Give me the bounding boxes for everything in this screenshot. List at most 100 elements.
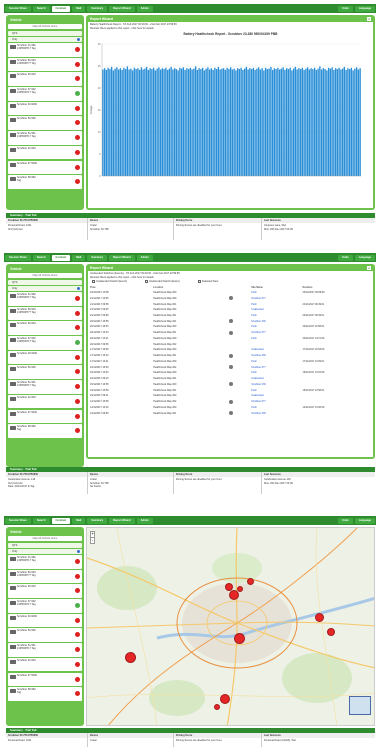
summary-panel: Summary - Trail Tail Scrubber 30-758 975… [6,728,375,747]
vehicle-item[interactable]: Scrubber 68-982 Tag [8,687,82,701]
nav-search[interactable]: Search [32,254,50,261]
nav-search[interactable]: Search [32,517,50,524]
table-row[interactable]: 14/11/2017 09:58 Healthcheck Map 261 Scrub… [88,410,373,416]
zoom-out-button[interactable]: - [91,537,94,543]
vehicle-marker[interactable] [237,586,243,592]
vehicle-item[interactable]: Scrubber 67-9000 [8,672,82,686]
undo-button[interactable]: Undo [338,5,353,12]
chart-bar [109,69,111,176]
vehicle-item[interactable]: Scrubber 67-902 1325509717 Tag [8,599,82,613]
filter-qts[interactable]: QTS [8,280,82,285]
filter-label: Only [12,287,18,290]
vehicle-item[interactable]: Scrubber 67-902 1325509717 Tag [8,87,82,101]
vehicle-item[interactable]: Scrubber 31-982 1325508717 Tag [8,555,82,569]
chart-bar [266,69,269,176]
nav-session-share[interactable]: Session Share [5,254,31,261]
undo-button[interactable]: Undo [338,254,353,261]
chart-bar [338,67,340,176]
nav-mail[interactable]: Mail [72,254,86,261]
vehicle-thumbnail-icon [9,133,16,138]
vehicle-code: 1325508717 Tag [17,135,36,139]
language-button[interactable]: Language [354,254,375,261]
nav-report-wizard[interactable]: Report Wizard [109,517,135,524]
filter-note-link[interactable]: Restrain filters applied to this report … [88,27,373,30]
vehicle-thumbnail-icon [9,630,16,635]
nav-summary[interactable]: Summary [87,5,108,12]
vehicle-item[interactable]: Scrubber 67-902 1325509717 Tag [8,336,82,350]
filter-checkbox[interactable]: Unattended Switch (Event) [144,280,180,283]
nav-report-wizard[interactable]: Report Wizard [109,5,135,12]
map-all-vehicles-button[interactable]: Map All Vehicle Items [8,536,82,541]
language-button[interactable]: Language [354,517,375,524]
vehicle-item[interactable]: Scrubber 31-982 1325508717 Tag [8,43,82,57]
nav-contrast[interactable]: Contrast [51,517,71,524]
nav-mail[interactable]: Mail [72,517,86,524]
vehicle-item[interactable]: Scrubber 49-9000 [8,350,82,365]
vehicle-item[interactable]: Scrubber 51-961 1325508717 Tag [8,380,82,394]
filter-only[interactable]: Only [8,37,82,42]
vehicle-status-icon [75,676,80,682]
filter-qts[interactable]: QTS [8,543,82,548]
nav-report-wizard[interactable]: Report Wizard [109,254,135,261]
vehicle-item[interactable]: Scrubber 66-903 1325508777 Tag [8,569,82,584]
chart-bar [320,69,323,176]
vehicle-item[interactable]: Scrubber 42-903 [8,394,82,409]
vehicle-item[interactable]: Scrubber 49-9000 [8,101,82,116]
vehicle-item[interactable]: Scrubber 66-903 [8,72,82,86]
vehicle-marker[interactable] [214,704,220,710]
vehicle-item[interactable]: Scrubber 50-906 [8,365,82,379]
vehicle-item[interactable]: Scrubber 68-982 Tag [8,424,82,438]
vehicle-item[interactable]: Scrubber 51-961 1325508717 Tag [8,131,82,145]
nav-session-share[interactable]: Session Share [5,517,31,524]
vehicle-item[interactable]: Scrubber 67-9000 [8,160,82,174]
nav-admin[interactable]: Admin [136,517,153,524]
filter-qts[interactable]: QTS [8,31,82,36]
nav-contrast[interactable]: Contrast [51,254,71,261]
overview-minimap[interactable] [349,696,371,715]
filter-checkbox[interactable]: Selected Sites [197,280,218,283]
map-all-vehicles-button[interactable]: Map All Vehicle Items [8,273,82,278]
nav-search[interactable]: Search [32,5,50,12]
vehicle-marker[interactable] [247,578,254,585]
vehicle-item[interactable]: Scrubber 68-982 Tag [8,175,82,189]
nav-contrast[interactable]: Contrast [51,5,71,12]
chart-bar [233,68,235,176]
map-all-vehicles-button[interactable]: Map All Vehicle Items [8,24,82,29]
nav-summary[interactable]: Summary [87,517,108,524]
summary-last-sessions: Last Sessions Celebration Avenue 118 Mon… [262,472,375,494]
filter-checkbox[interactable]: Unattended Switch (Event) [92,280,127,283]
vehicle-item[interactable]: Scrubber 42-903 [8,145,82,160]
vehicle-item[interactable]: Scrubber 50-906 [8,116,82,130]
chart-bar [163,69,165,176]
vehicle-item[interactable]: Scrubber 66-903 [8,584,82,598]
chart-bar [117,69,120,176]
vehicle-marker[interactable] [125,652,136,663]
vehicle-item[interactable]: Scrubber 50-906 [8,628,82,642]
nav-admin[interactable]: Admin [136,254,153,261]
chart-bar [172,69,174,176]
cell-site[interactable]: Scrubber 236 [249,410,300,416]
vehicle-marker[interactable] [234,633,245,644]
undo-button[interactable]: Undo [338,517,353,524]
vehicle-item[interactable]: Scrubber 31-982 1325508717 Tag [8,292,82,306]
vehicle-item[interactable]: Scrubber 49-9000 [8,613,82,628]
vehicle-marker[interactable] [220,694,230,704]
vehicle-item[interactable]: Scrubber 66-903 1325508777 Tag [8,306,82,321]
nav-admin[interactable]: Admin [136,5,153,12]
close-icon[interactable]: x [367,17,371,21]
filter-only[interactable]: Only [8,549,82,554]
nav-summary[interactable]: Summary [87,254,108,261]
vehicle-item[interactable]: Scrubber 66-903 [8,321,82,335]
vehicle-map[interactable]: + - [86,527,375,726]
vehicle-item[interactable]: Scrubber 51-961 1325508717 Tag [8,643,82,657]
vehicle-item[interactable]: Scrubber 42-903 [8,657,82,672]
vehicle-item[interactable]: Scrubber 66-903 1325508777 Tag [8,57,82,72]
filter-only[interactable]: Only [8,286,82,291]
language-button[interactable]: Language [354,5,375,12]
vehicle-marker[interactable] [327,628,335,636]
nav-session-share[interactable]: Session Share [5,5,31,12]
nav-mail[interactable]: Mail [72,5,86,12]
close-icon[interactable]: x [367,266,371,270]
vehicle-marker[interactable] [315,613,324,622]
vehicle-item[interactable]: Scrubber 67-9000 [8,409,82,423]
